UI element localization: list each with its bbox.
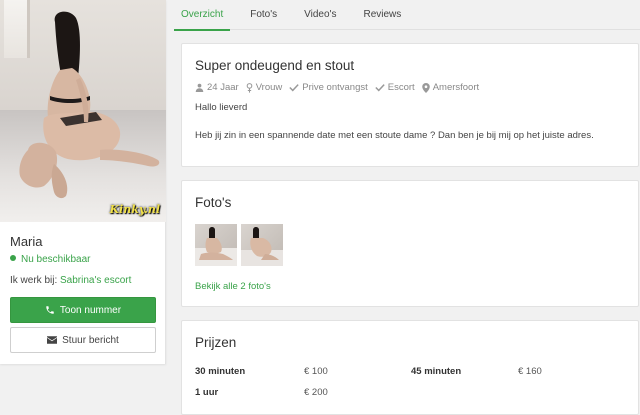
envelope-icon [47, 336, 58, 344]
prices-title: Prijzen [195, 335, 237, 350]
status-dot-icon [10, 255, 16, 261]
meta-location-label: Amersfoort [432, 82, 480, 93]
intro-description: Heb jij zin in een spannende date met ee… [195, 130, 594, 141]
price-label: 45 minuten [411, 366, 462, 377]
meta-type: Escort [375, 82, 415, 93]
intro-greeting: Hallo lieverd [195, 102, 248, 113]
view-all-photos-link[interactable]: Bekijk alle 2 foto's [195, 281, 271, 292]
availability-status: Nu beschikbaar [10, 254, 90, 265]
prices-card: Prijzen 30 minuten € 100 45 minuten € 16… [181, 320, 639, 415]
meta-receives-label: Prive ontvangst [302, 82, 368, 93]
meta-age: 24 Jaar [195, 82, 239, 93]
photos-title: Foto's [195, 195, 232, 210]
intro-card: Super ondeugend en stout 24 Jaar Vrouw P… [181, 43, 639, 167]
send-message-label: Stuur bericht [62, 334, 119, 346]
check-icon [289, 84, 299, 92]
tab-photos[interactable]: Foto's [250, 0, 277, 30]
female-icon [246, 82, 252, 93]
meta-type-label: Escort [387, 82, 415, 93]
profile-photo[interactable]: Kinky.nl [0, 0, 166, 222]
price-value: € 100 [304, 366, 328, 377]
photo-watermark: Kinky.nl [109, 203, 161, 216]
map-pin-icon [421, 82, 430, 93]
photos-card: Foto's Bekijk alle 2 foto's [181, 180, 639, 307]
profile-sidebar: Kinky.nl Maria Nu beschikbaar Ik werk bi… [0, 0, 166, 364]
works-at: Ik werk bij: Sabrina's escort [10, 275, 131, 286]
show-number-label: Toon nummer [59, 304, 122, 316]
photo-thumbnail[interactable] [241, 224, 283, 266]
price-label: 1 uur [195, 387, 219, 398]
meta-age-label: 24 Jaar [207, 82, 239, 93]
thumbnail-figure [195, 227, 237, 266]
profile-meta: 24 Jaar Vrouw Prive ontvangst Escort Ame… [195, 82, 486, 93]
price-value: € 200 [304, 387, 328, 398]
person-icon [195, 83, 204, 92]
show-number-button[interactable]: Toon nummer [10, 297, 156, 323]
price-label: 30 minuten [195, 366, 246, 377]
price-value: € 160 [518, 366, 542, 377]
photo-thumbnail[interactable] [195, 224, 237, 266]
meta-gender-label: Vrouw [255, 82, 283, 93]
profile-tabs: Overzicht Foto's Video's Reviews [173, 0, 640, 31]
phone-icon [46, 306, 54, 314]
thumbnail-figure [241, 227, 283, 266]
meta-receives: Prive ontvangst [289, 82, 368, 93]
agency-link[interactable]: Sabrina's escort [60, 275, 131, 286]
meta-location: Amersfoort [421, 82, 480, 93]
tab-reviews[interactable]: Reviews [363, 0, 401, 30]
check-icon [375, 84, 385, 92]
profile-name: Maria [10, 234, 43, 249]
meta-gender: Vrouw [246, 82, 283, 93]
intro-title: Super ondeugend en stout [195, 58, 355, 73]
send-message-button[interactable]: Stuur bericht [10, 327, 156, 353]
tab-videos[interactable]: Video's [304, 0, 336, 30]
photo-figure [19, 11, 160, 199]
tab-overview[interactable]: Overzicht [173, 0, 231, 31]
availability-label: Nu beschikbaar [21, 254, 91, 265]
works-at-label: Ik werk bij: [10, 275, 58, 286]
